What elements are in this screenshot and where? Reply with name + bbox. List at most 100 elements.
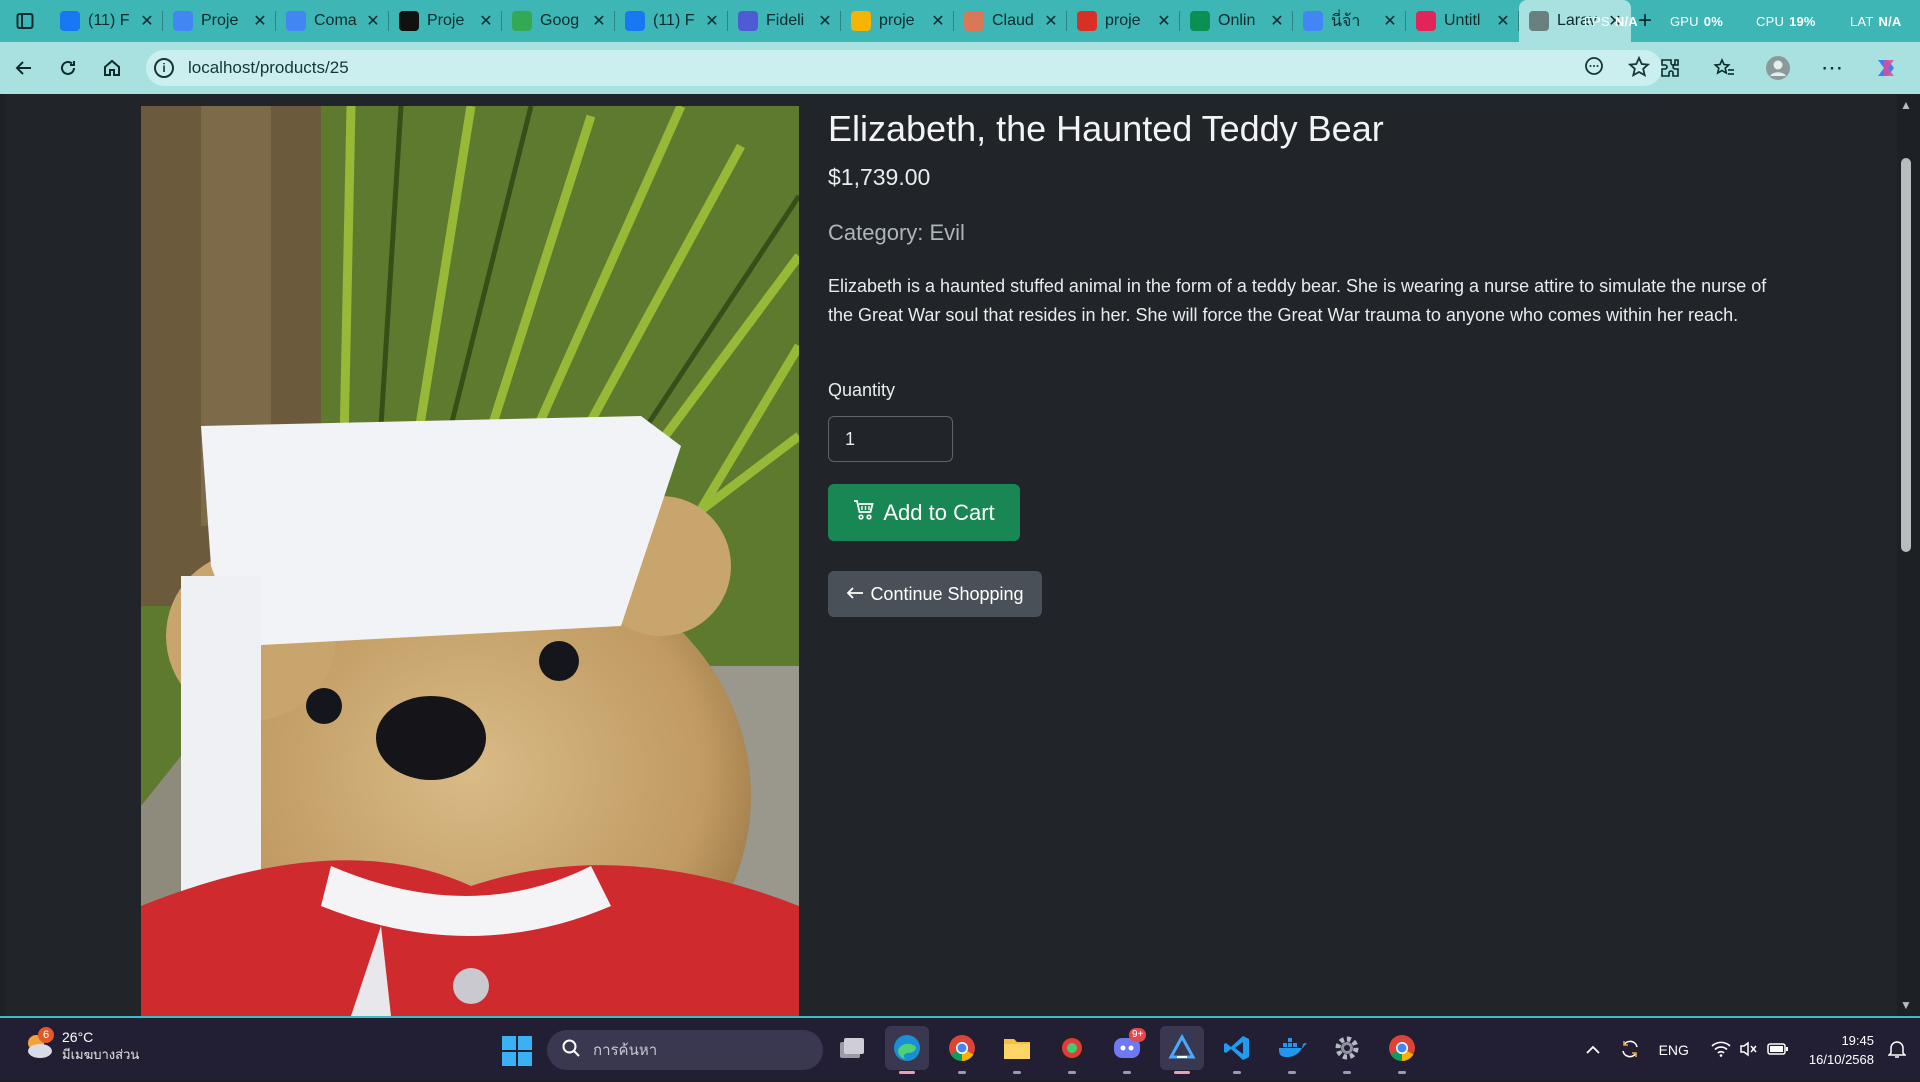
settings-gear-icon[interactable]: [1325, 1026, 1369, 1074]
extensions-icon[interactable]: [1648, 46, 1692, 90]
browser-tab[interactable]: Coma ✕: [276, 0, 389, 42]
close-tab-icon[interactable]: ✕: [478, 11, 494, 31]
miro-icon: [1416, 11, 1436, 31]
close-tab-icon[interactable]: ✕: [1043, 11, 1059, 31]
reader-mode-icon[interactable]: [1584, 56, 1604, 84]
discord-badge: 9+: [1129, 1028, 1147, 1042]
copilot-icon[interactable]: [1864, 46, 1908, 90]
google-docs-icon: [286, 11, 306, 31]
chevron-up-icon[interactable]: [1585, 1042, 1601, 1058]
close-tab-icon[interactable]: ✕: [930, 11, 946, 31]
close-tab-icon[interactable]: ✕: [1269, 11, 1285, 31]
file-explorer-icon[interactable]: [995, 1026, 1039, 1074]
close-tab-icon[interactable]: ✕: [365, 11, 381, 31]
browser-tab[interactable]: นี่จ้า ✕: [1293, 0, 1406, 42]
lat-readout: LAT N/A: [1850, 14, 1902, 29]
close-tab-icon[interactable]: ✕: [591, 11, 607, 31]
address-bar[interactable]: i localhost/products/25: [146, 50, 1662, 86]
laravel-icon: [1529, 11, 1549, 31]
language-indicator[interactable]: ENG: [1659, 1042, 1689, 1058]
sync-icon[interactable]: [1619, 1038, 1641, 1063]
reload-icon[interactable]: [46, 46, 90, 90]
scrollbar-thumb[interactable]: [1901, 158, 1911, 552]
browser-tab[interactable]: Onlin ✕: [1180, 0, 1293, 42]
tab-actions-icon[interactable]: [0, 0, 50, 42]
browser-tab[interactable]: Goog ✕: [502, 0, 615, 42]
profile-avatar-icon[interactable]: [1756, 46, 1800, 90]
quantity-input[interactable]: [828, 416, 953, 462]
more-options-icon[interactable]: ⋯: [1810, 46, 1854, 90]
github-icon: [399, 11, 419, 31]
weather-icon: 6: [22, 1027, 56, 1063]
pdf-icon: [1077, 11, 1097, 31]
discord-icon[interactable]: 9+: [1105, 1026, 1149, 1074]
product-description: Elizabeth is a haunted stuffed animal in…: [828, 276, 1767, 325]
tab-title: proje: [879, 12, 915, 29]
tab-title: นี่จ้า: [1331, 12, 1361, 30]
scroll-down-icon[interactable]: ▼: [1899, 998, 1913, 1012]
browser-tab[interactable]: Proje ✕: [389, 0, 502, 42]
taskbar-search[interactable]: การค้นหา: [547, 1030, 823, 1070]
close-tab-icon[interactable]: ✕: [1382, 11, 1398, 31]
clock-date: 16/10/2568: [1808, 1052, 1874, 1067]
google-drive-icon: [851, 11, 871, 31]
browser-tab[interactable]: Claud ✕: [954, 0, 1067, 42]
add-to-cart-button[interactable]: Add to Cart: [828, 484, 1020, 541]
system-clock[interactable]: 19:45 16/10/2568: [1809, 1031, 1874, 1069]
tab-title: (11) F: [653, 12, 695, 29]
browser-tab[interactable]: (11) F ✕: [615, 0, 728, 42]
battery-icon[interactable]: [1767, 1042, 1789, 1059]
browser-tab[interactable]: Fideli ✕: [728, 0, 841, 42]
tab-title: Goog: [540, 12, 580, 29]
close-tab-icon[interactable]: ✕: [817, 11, 833, 31]
quantity-label: Quantity: [828, 380, 896, 400]
azure-data-studio-icon[interactable]: [1160, 1026, 1204, 1074]
browser-tab[interactable]: (11) F ✕: [50, 0, 163, 42]
edge-icon[interactable]: [885, 1026, 929, 1074]
page-scrollbar[interactable]: ▲ ▼: [1897, 94, 1915, 1016]
cpu-readout: CPU 19%: [1756, 14, 1816, 29]
notifications-icon[interactable]: [1887, 1039, 1907, 1062]
cart-icon: [853, 499, 875, 527]
close-tab-icon[interactable]: ✕: [139, 11, 155, 31]
url-text[interactable]: localhost/products/25: [188, 58, 349, 78]
home-icon[interactable]: [90, 46, 134, 90]
product-price: $1,739.00: [828, 164, 931, 190]
site-info-icon[interactable]: i: [154, 58, 174, 78]
weather-widget[interactable]: 6 26°C มีเมฆบางส่วน: [22, 1027, 139, 1064]
continue-shopping-button[interactable]: Continue Shopping: [828, 571, 1042, 617]
tab-title: Onlin: [1218, 12, 1256, 29]
fps-readout: FPS N/A: [1584, 14, 1638, 29]
close-tab-icon[interactable]: ✕: [252, 11, 268, 31]
browser-toolbar: i localhost/products/25 ⋯: [0, 42, 1920, 94]
chrome-icon[interactable]: [940, 1026, 984, 1074]
volume-muted-icon[interactable]: [1739, 1041, 1759, 1060]
browser-tab[interactable]: proje ✕: [841, 0, 954, 42]
clock-time: 19:45: [1841, 1033, 1874, 1048]
close-tab-icon[interactable]: ✕: [1156, 11, 1172, 31]
favorite-star-icon[interactable]: [1627, 55, 1651, 84]
task-view-icon[interactable]: [830, 1026, 874, 1070]
vscode-icon[interactable]: [1215, 1026, 1259, 1074]
scroll-up-icon[interactable]: ▲: [1899, 98, 1913, 112]
claude-icon: [964, 11, 984, 31]
close-tab-icon[interactable]: ✕: [1495, 11, 1511, 31]
product-title: Elizabeth, the Haunted Teddy Bear: [828, 108, 1384, 149]
app-red-icon[interactable]: [1050, 1026, 1094, 1074]
browser-tab[interactable]: Untitl ✕: [1406, 0, 1519, 42]
tab-title: Coma: [314, 12, 357, 29]
start-button-icon[interactable]: [502, 1036, 532, 1066]
wifi-icon[interactable]: [1711, 1041, 1731, 1060]
close-tab-icon[interactable]: ✕: [704, 11, 720, 31]
favorites-icon[interactable]: [1702, 46, 1746, 90]
browser-tab[interactable]: Proje ✕: [163, 0, 276, 42]
product-image: [141, 106, 799, 1016]
facebook-icon: [625, 11, 645, 31]
back-icon[interactable]: [2, 46, 46, 90]
docker-icon[interactable]: [1270, 1026, 1314, 1074]
tab-title: (11) F: [88, 12, 130, 29]
facebook-icon: [60, 11, 80, 31]
chrome-profile-icon[interactable]: [1380, 1026, 1424, 1074]
add-to-cart-label: Add to Cart: [883, 499, 995, 525]
browser-tab[interactable]: proje ✕: [1067, 0, 1180, 42]
